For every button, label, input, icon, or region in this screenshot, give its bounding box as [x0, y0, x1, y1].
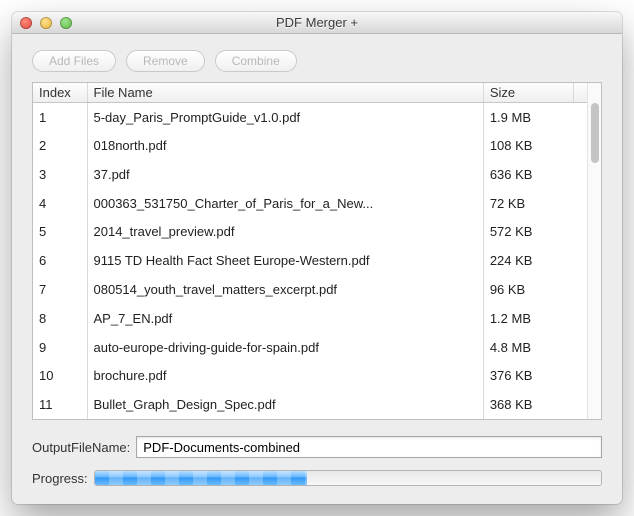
- cell-index: 1: [33, 103, 87, 132]
- cell-index: 6: [33, 246, 87, 275]
- add-files-button[interactable]: Add Files: [32, 50, 116, 72]
- cell-size: 96 KB: [483, 275, 573, 304]
- cell-file-name: brochure.pdf: [87, 361, 483, 390]
- cell-size: 636 KB: [483, 160, 573, 189]
- footer: OutputFileName: Progress:: [32, 436, 602, 486]
- output-file-name-label: OutputFileName:: [32, 440, 130, 455]
- cell-size: 224 KB: [483, 246, 573, 275]
- close-icon[interactable]: [20, 17, 32, 29]
- table-row[interactable]: 11Bullet_Graph_Design_Spec.pdf368 KB: [33, 390, 587, 419]
- cell-size: 368 KB: [483, 390, 573, 419]
- cell-size: 572 KB: [483, 218, 573, 247]
- content-area: Add Files Remove Combine Index File Name…: [12, 34, 622, 504]
- table-row[interactable]: 69115 TD Health Fact Sheet Europe-Wester…: [33, 246, 587, 275]
- cell-file-name: 37.pdf: [87, 160, 483, 189]
- column-header-corner: [573, 83, 587, 103]
- window-title: PDF Merger +: [12, 15, 622, 30]
- cell-size: 1.2 MB: [483, 304, 573, 333]
- table-row[interactable]: 8AP_7_EN.pdf1.2 MB: [33, 304, 587, 333]
- toolbar: Add Files Remove Combine: [32, 50, 602, 72]
- cell-index: 7: [33, 275, 87, 304]
- cell-index: 3: [33, 160, 87, 189]
- table-row[interactable]: 9auto-europe-driving-guide-for-spain.pdf…: [33, 333, 587, 362]
- cell-file-name: auto-europe-driving-guide-for-spain.pdf: [87, 333, 483, 362]
- table-row[interactable]: 15-day_Paris_PromptGuide_v1.0.pdf1.9 MB: [33, 103, 587, 132]
- table-row[interactable]: 2018north.pdf108 KB: [33, 131, 587, 160]
- cell-size: 1.9 MB: [483, 103, 573, 132]
- column-header-file-name[interactable]: File Name: [87, 83, 483, 103]
- cell-file-name: 9115 TD Health Fact Sheet Europe-Western…: [87, 246, 483, 275]
- cell-file-name: 2014_travel_preview.pdf: [87, 218, 483, 247]
- cell-index: 5: [33, 218, 87, 247]
- scrollbar-thumb[interactable]: [591, 103, 599, 163]
- traffic-lights: [12, 12, 72, 33]
- column-header-size[interactable]: Size: [483, 83, 573, 103]
- minimize-icon[interactable]: [40, 17, 52, 29]
- cell-size: 108 KB: [483, 131, 573, 160]
- cell-file-name: 080514_youth_travel_matters_excerpt.pdf: [87, 275, 483, 304]
- output-file-name-input[interactable]: [136, 436, 602, 458]
- cell-index: 8: [33, 304, 87, 333]
- cell-index: 4: [33, 189, 87, 218]
- progress-fill: [95, 471, 308, 485]
- remove-button[interactable]: Remove: [126, 50, 205, 72]
- cell-file-name: 018north.pdf: [87, 131, 483, 160]
- table-row[interactable]: 337.pdf636 KB: [33, 160, 587, 189]
- cell-index: 2: [33, 131, 87, 160]
- cell-index: 10: [33, 361, 87, 390]
- cell-size: 72 KB: [483, 189, 573, 218]
- zoom-icon[interactable]: [60, 17, 72, 29]
- table-row[interactable]: 4000363_531750_Charter_of_Paris_for_a_Ne…: [33, 189, 587, 218]
- combine-button[interactable]: Combine: [215, 50, 297, 72]
- app-window: PDF Merger + Add Files Remove Combine In…: [12, 12, 622, 504]
- table-row[interactable]: 7080514_youth_travel_matters_excerpt.pdf…: [33, 275, 587, 304]
- progress-bar: [94, 470, 602, 486]
- cell-file-name: Bullet_Graph_Design_Spec.pdf: [87, 390, 483, 419]
- cell-size: 376 KB: [483, 361, 573, 390]
- cell-file-name: 000363_531750_Charter_of_Paris_for_a_New…: [87, 189, 483, 218]
- table-row[interactable]: 52014_travel_preview.pdf572 KB: [33, 218, 587, 247]
- file-table-container: Index File Name Size 15-day_Paris_Prompt…: [32, 82, 602, 420]
- cell-file-name: 5-day_Paris_PromptGuide_v1.0.pdf: [87, 103, 483, 132]
- column-header-index[interactable]: Index: [33, 83, 87, 103]
- cell-size: 4.8 MB: [483, 333, 573, 362]
- titlebar[interactable]: PDF Merger +: [12, 12, 622, 34]
- cell-index: 9: [33, 333, 87, 362]
- progress-label: Progress:: [32, 471, 88, 486]
- file-table[interactable]: Index File Name Size 15-day_Paris_Prompt…: [33, 83, 587, 419]
- cell-index: 11: [33, 390, 87, 419]
- scrollbar-vertical[interactable]: [587, 83, 601, 419]
- table-row[interactable]: 10brochure.pdf376 KB: [33, 361, 587, 390]
- cell-file-name: AP_7_EN.pdf: [87, 304, 483, 333]
